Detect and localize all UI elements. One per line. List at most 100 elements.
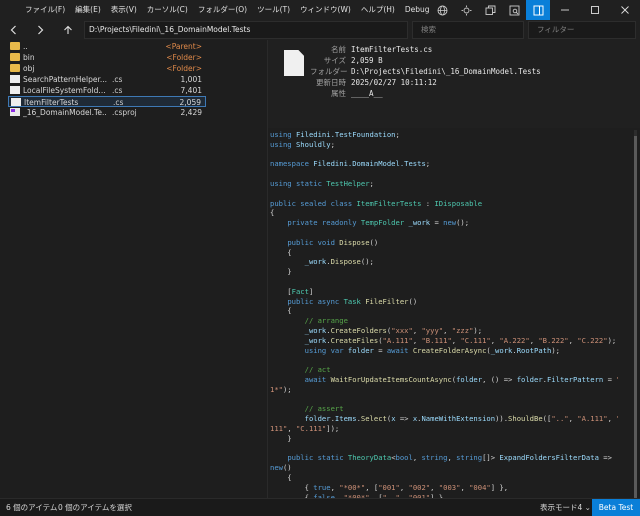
code-line: // arrange [270, 316, 348, 326]
code-line: 1*"); [270, 385, 292, 395]
file-row-itemfiltertests[interactable]: ItemFilterTests .cs 2,059 [8, 96, 206, 107]
code-line: 111", "C.111"]); [270, 424, 339, 434]
file-row-parent[interactable]: .. <Parent> [8, 41, 206, 52]
code-token: , [330, 482, 340, 492]
code-token: "C.222" [577, 335, 608, 345]
filter-input[interactable]: フィルター [528, 21, 636, 39]
code-token: () [369, 237, 379, 247]
code-token: "C.111" [460, 335, 491, 345]
code-token: => [395, 414, 413, 424]
menu-file[interactable]: ファイル(F) [20, 0, 70, 20]
file-row-localfilesystemfolder[interactable]: LocalFileSystemFold... .cs 7,401 [8, 85, 206, 96]
code-token: TheoryData [347, 453, 392, 463]
code-token: Dispose [339, 237, 370, 247]
code-token: ExpandFoldersFilterData [499, 453, 599, 463]
code-token: using static [270, 179, 327, 188]
code-token: "A.222" [499, 335, 530, 345]
file-row-obj[interactable]: obj <Folder> [8, 63, 206, 74]
scrollbar-thumb[interactable] [634, 136, 637, 498]
code-line: public void Dispose() [270, 238, 378, 248]
file-row-bin[interactable]: bin <Folder> [8, 52, 206, 63]
code-token: "004" [469, 482, 491, 492]
code-line: new() [270, 463, 292, 473]
code-line: } [270, 434, 291, 444]
code-token: , [443, 326, 452, 335]
path-input[interactable]: D:\Projects\Filedini\_16_DomainModel.Tes… [84, 21, 408, 39]
code-line: using Shouldly; [270, 140, 335, 150]
search-input[interactable]: 検索 [412, 21, 524, 39]
code-token: "B.111" [421, 335, 452, 345]
code-token: (); [360, 257, 374, 267]
code-token: folder [456, 375, 483, 384]
code-token: [ [270, 286, 292, 296]
image-search-icon[interactable] [502, 0, 526, 20]
code-line: folder.Items.Select(x => x.NameWithExten… [270, 414, 618, 424]
code-token: // arrange [304, 316, 348, 326]
code-line: public static TheoryData<bool, string, s… [270, 453, 612, 463]
code-token: RootPath [516, 345, 552, 355]
code-token: , [460, 482, 470, 492]
file-icon [11, 98, 21, 106]
menu-bar: ファイル(F) 編集(E) 表示(V) カーソル(C) フォルダー(O) ツール… [0, 0, 640, 20]
code-token: , [ [365, 482, 379, 492]
menu-folder[interactable]: フォルダー(O) [193, 0, 252, 20]
code-line: await WaitForUpdateItemsCountAsync(folde… [270, 375, 618, 385]
title-actions [430, 0, 640, 20]
code-token: // act [304, 365, 331, 375]
menu-window[interactable]: ウィンドウ(W) [295, 0, 356, 20]
forward-arrow-icon[interactable] [30, 20, 50, 40]
display-mode-dropdown[interactable]: 表示モード4 ⌄ [540, 499, 591, 516]
close-button[interactable] [610, 0, 640, 20]
code-line: _work.Dispose(); [270, 257, 374, 267]
code-line: public async Task FileFilter() [270, 297, 417, 307]
code-line: { [270, 248, 291, 258]
code-token: "A.111" [577, 414, 608, 424]
menu-edit[interactable]: 編集(E) [70, 0, 106, 20]
back-arrow-icon[interactable] [4, 20, 24, 40]
file-row-searchpatternhelper[interactable]: SearchPatternHelper... .cs 1,001 [8, 74, 206, 85]
code-token: = [373, 345, 387, 355]
code-token: 111" [270, 424, 288, 433]
code-token: , [399, 482, 409, 492]
file-row-csproj[interactable]: _16_DomainModel.Te... .csproj 2,429 [8, 107, 206, 118]
menu-help[interactable]: ヘルプ(H) [356, 0, 400, 20]
code-token: Filedini.TestFoundation [295, 130, 396, 139]
item-count: 6 個のアイテム [6, 503, 58, 512]
code-token: []> [482, 453, 500, 463]
window-copy-icon[interactable] [478, 0, 502, 20]
code-token: , () => [482, 375, 517, 384]
code-token: , [568, 335, 578, 345]
code-token: ItemFilterTests [356, 198, 422, 208]
code-token: { [270, 473, 292, 482]
code-token: string [421, 453, 448, 463]
code-token: CreateFolderAsync [412, 345, 487, 355]
globe-icon[interactable] [430, 0, 454, 20]
code-token: FilterPattern [546, 375, 604, 384]
code-token: ); [282, 384, 292, 394]
code-token: // assert [304, 404, 344, 414]
menu-cursor[interactable]: カーソル(C) [142, 0, 193, 20]
code-token: TempFolder [360, 218, 405, 228]
code-token: "003" [438, 482, 461, 492]
theme-icon[interactable] [454, 0, 478, 20]
maximize-button[interactable] [580, 0, 610, 20]
menu-view[interactable]: 表示(V) [106, 0, 142, 20]
minimize-button[interactable] [550, 0, 580, 20]
code-token: "B. [616, 414, 618, 423]
code-token: , [430, 482, 439, 492]
menu-tools[interactable]: ツール(T) [252, 0, 295, 20]
beta-badge[interactable]: Beta Test [592, 499, 640, 516]
preview-pane-icon[interactable] [526, 0, 550, 20]
code-token: folder [347, 345, 374, 355]
code-token: () [282, 463, 292, 473]
up-arrow-icon[interactable] [58, 20, 78, 40]
code-token: folder [304, 414, 331, 424]
code-token: "C.111" [295, 424, 327, 433]
code-token: using [270, 130, 296, 139]
